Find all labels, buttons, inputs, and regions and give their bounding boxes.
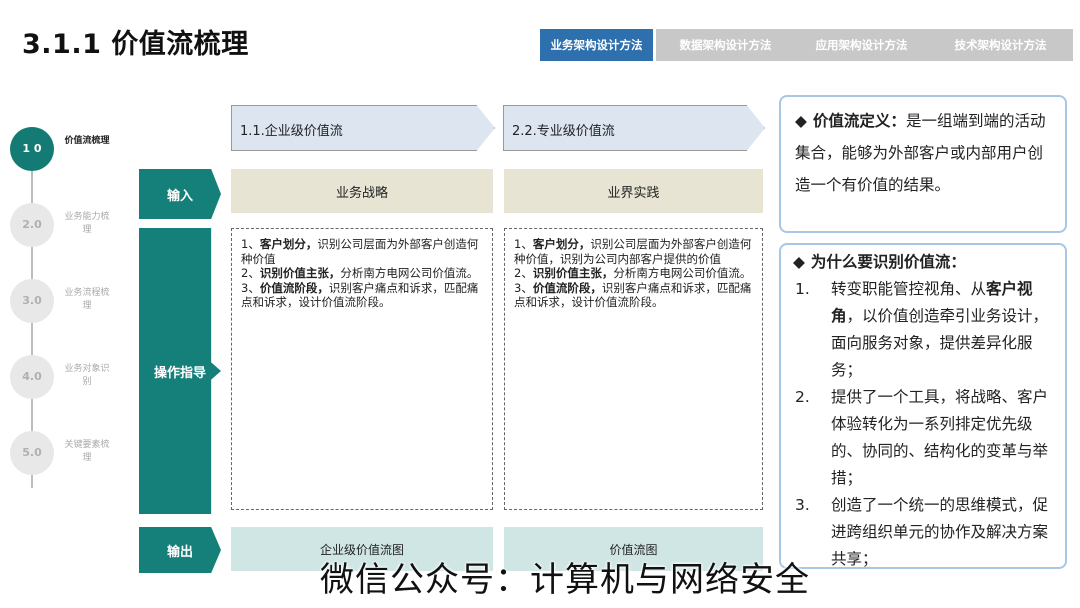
item-number: 2.	[795, 388, 810, 406]
step-label: 价值流梳理	[64, 136, 110, 146]
step-business-object[interactable]: 4.0 业务对象识别	[10, 355, 150, 401]
why-item-1: 1. 转变职能管控视角、从客户视角，以价值创造牵引业务设计，面向服务对象，提供差异…	[793, 276, 1057, 384]
guide-cell-enterprise: 1、客户划分，识别公司层面为外部客户创造何种价值 2、识别价值主张，分析南方电网…	[231, 228, 493, 510]
step-business-capability[interactable]: 2.0 业务能力梳理	[10, 203, 150, 249]
input-cell-enterprise: 业务战略	[231, 169, 493, 213]
guide-cell-professional: 1、客户划分，识别公司层面为外部客户创造何种价值，识别为公司内部客户提供的价值 …	[504, 228, 763, 510]
column-header-label: 2.2.专业级价值流	[512, 124, 615, 139]
definition-panel: ◆ 价值流定义：是一组端到端的活动集合，能够为外部客户或内部用户创造一个有价值的结…	[779, 95, 1067, 233]
step-number: 2.0	[10, 203, 54, 247]
diamond-bullet-icon: ◆	[795, 112, 807, 130]
method-tabs: 业务架构设计方法 数据架构设计方法 应用架构设计方法 技术架构设计方法	[540, 29, 1073, 61]
page-title: 3.1.1 价值流梳理	[22, 29, 249, 60]
row-label-output: 输出	[139, 527, 221, 573]
why-panel: ◆ 为什么要识别价值流： 1. 转变职能管控视角、从客户视角，以价值创造牵引业务设计…	[779, 243, 1067, 569]
input-cell-professional: 业界实践	[504, 169, 763, 213]
row-label-guide: 操作指导	[139, 228, 221, 514]
step-number: 5.0	[10, 431, 54, 475]
step-number: 3.0	[10, 279, 54, 323]
guide-line-2: 2、识别价值主张，分析南方电网公司价值流。	[514, 266, 752, 280]
column-header-label: 1.1.企业级价值流	[240, 124, 343, 139]
step-business-process[interactable]: 3.0 业务流程梳理	[10, 279, 150, 325]
why-item-2: 2. 提供了一个工具，将战略、客户体验转化为一系列排定优先级的、协同的、结构化的变…	[793, 384, 1057, 492]
why-heading: 为什么要识别价值流：	[810, 253, 966, 271]
guide-line-3: 3、价值流阶段，识别客户痛点和诉求，匹配痛点和诉求，设计价值流阶段。	[241, 280, 479, 310]
why-heading-row: ◆ 为什么要识别价值流：	[793, 249, 1057, 276]
tab-business-architecture[interactable]: 业务架构设计方法	[540, 29, 653, 61]
step-number: 1 0	[10, 127, 54, 171]
column-header-professional: 2.2.专业级价值流	[503, 105, 765, 151]
item-number: 1.	[795, 280, 810, 298]
step-label: 关键要素梳理	[64, 440, 110, 463]
step-label: 业务能力梳理	[64, 212, 110, 235]
guide-line-1: 1、客户划分，识别公司层面为外部客户创造何种价值	[241, 237, 479, 266]
step-key-elements[interactable]: 5.0 关键要素梳理	[10, 431, 150, 477]
wechat-watermark: 微信公众号：计算机与网络安全	[320, 560, 810, 600]
why-item-3: 3. 创造了一个统一的思维模式，促进跨组织单元的协作及解决方案共享；	[793, 492, 1057, 573]
step-label: 业务流程梳理	[64, 288, 110, 311]
tab-technology-architecture[interactable]: 技术架构设计方法	[928, 29, 1073, 61]
step-value-stream[interactable]: 1 0 价值流梳理	[10, 127, 150, 173]
diamond-bullet-icon: ◆	[793, 253, 805, 271]
guide-line-3: 3、价值流阶段，识别客户痛点和诉求，匹配痛点和诉求，设计价值流阶段。	[514, 280, 752, 310]
guide-line-1: 1、客户划分，识别公司层面为外部客户创造何种价值，识别为公司内部客户提供的价值	[514, 237, 752, 266]
guide-line-2: 2、识别价值主张，分析南方电网公司价值流。	[241, 266, 479, 280]
step-number: 4.0	[10, 355, 54, 399]
row-label-input: 输入	[139, 169, 221, 219]
tab-application-architecture[interactable]: 应用架构设计方法	[795, 29, 928, 61]
definition-term: 价值流定义：	[812, 112, 906, 130]
step-label: 业务对象识别	[64, 364, 110, 387]
column-header-enterprise: 1.1.企业级价值流	[231, 105, 495, 151]
item-number: 3.	[795, 496, 810, 514]
tab-data-architecture[interactable]: 数据架构设计方法	[656, 29, 795, 61]
